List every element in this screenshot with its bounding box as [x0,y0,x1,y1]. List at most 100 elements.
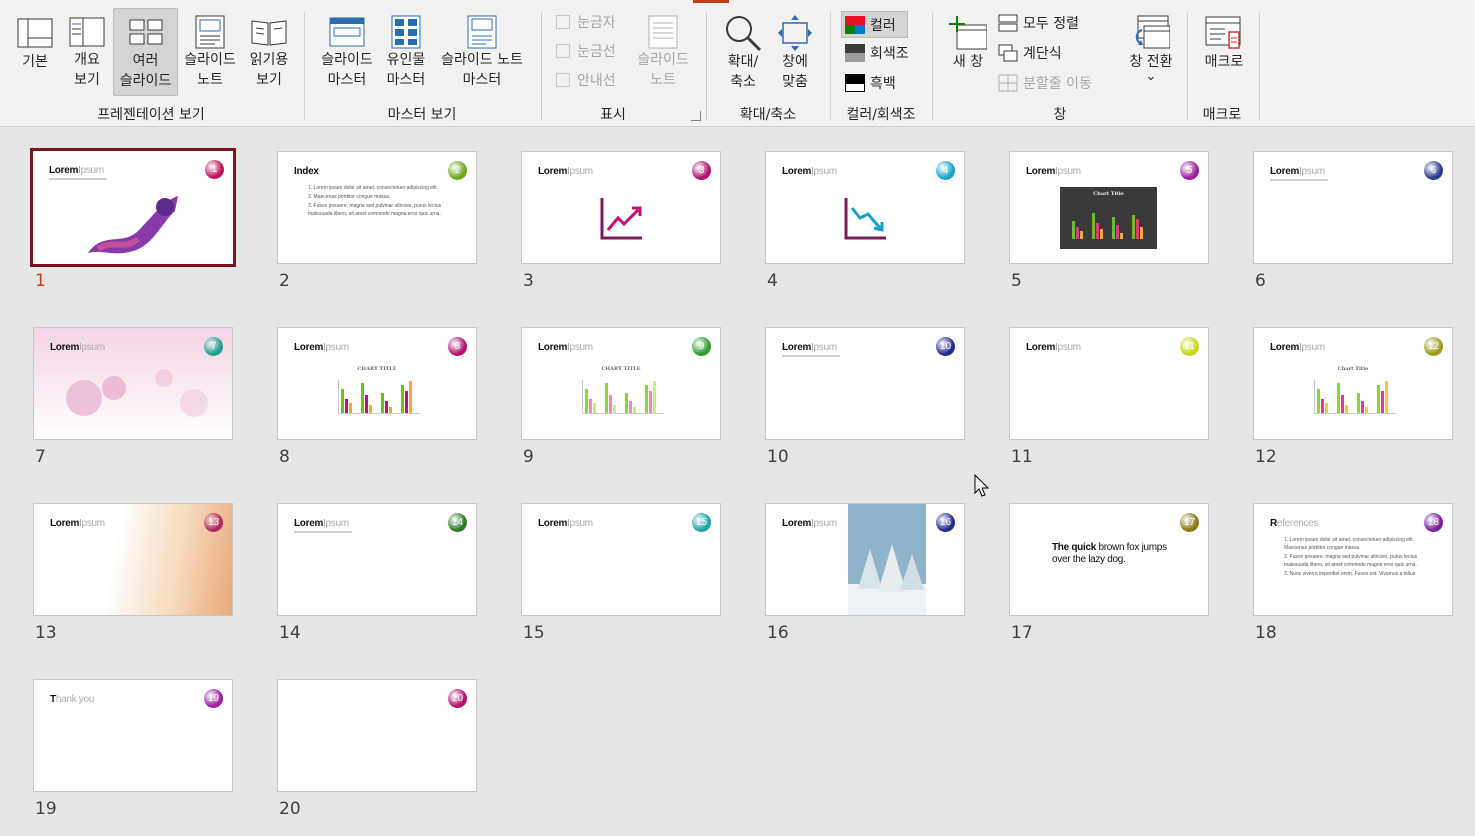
slide-master-icon [328,14,366,50]
chart-bar [1120,233,1123,239]
slide-thumbnail[interactable]: 12 LoremIpsum Chart Title [1253,327,1453,440]
slide-badge: 19 [204,689,223,708]
chart-bar [365,395,368,413]
chart-bar [593,403,596,413]
chart-bar [349,403,352,413]
slide-thumbnail[interactable]: 5 LoremIpsum Chart Title [1009,151,1209,264]
slide-title: LoremIpsum [782,518,837,529]
reading-view-button[interactable]: 읽기용 보기 [242,10,296,90]
slide-thumbnail[interactable]: 6 LoremIpsum [1253,151,1453,264]
reading-view-icon [250,14,288,50]
slide-thumbnail[interactable]: 11 LoremIpsum [1009,327,1209,440]
chart-bar [1096,223,1099,239]
slide-thumbnail[interactable]: 17 The quick brown fox jumps over the lazy… [1009,503,1209,616]
slide-thumbnail[interactable]: 14 LoremIpsum [277,503,477,616]
new-window-icon [949,14,987,52]
slide-thumbnail[interactable]: 7 LoremIpsum [33,327,233,440]
slide-subtitle-line [294,531,352,533]
notes-master-button[interactable]: 슬라이드 노트 마스터 [432,10,532,90]
chart-bar [1337,383,1340,413]
slide-badge: 3 [692,161,711,180]
guides-label: 안내선 [577,73,616,89]
slide-badge: 12 [1424,337,1443,356]
active-tab-indicator [693,0,729,3]
slide-thumbnail[interactable]: 13 LoremIpsum [33,503,233,616]
slide-number: 18 [1255,623,1277,643]
group-separator [1259,12,1260,120]
dialog-launcher-icon[interactable] [691,111,701,121]
chart-bar [1140,227,1143,239]
slide-thumbnail[interactable]: 19 Thank you [33,679,233,792]
slide-title: LoremIpsum [1270,342,1325,353]
slide-thumbnail[interactable]: 1 LoremIpsum [30,148,236,267]
slide-title: LoremIpsum [782,342,837,353]
slide-title: LoremIpsum [538,342,593,353]
group-separator [1187,12,1188,120]
zoom-group-label: 확대/축소 [739,107,797,123]
slide-number: 15 [523,623,545,643]
slide-chart-bars [1072,205,1152,239]
color-group-label: 컬러/회색조 [846,107,916,123]
slide-number: 20 [279,799,301,819]
grayscale-mode-button[interactable]: 회색조 [845,41,909,65]
macros-group-label: 매크로 [1202,107,1242,123]
slide-thumbnail[interactable]: 4 LoremIpsum [765,151,965,264]
handout-master-label: 유인물 마스터 [386,52,426,88]
slide-thumbnail[interactable]: 18 References 1. Lorem ipsum dolor sit ame… [1253,503,1453,616]
move-split-button[interactable]: 분할줄 이동 [998,71,1092,95]
slide-badge: 20 [448,689,467,708]
slide-chart-title: Chart Title [1337,366,1369,372]
normal-view-button[interactable]: 기본 [10,10,60,90]
gridlines-label: 눈금선 [577,44,616,60]
slide-thumbnail[interactable]: 20 [277,679,477,792]
arrange-all-label: 모두 정렬 [1023,16,1079,32]
magnifier-icon [724,14,762,52]
slide-thumbnail[interactable]: 16 LoremIpsum [765,503,965,616]
notes-toggle-button[interactable]: 슬라이드 노트 [628,10,698,90]
slide-chart-title: Chart Title [1093,191,1124,197]
checkbox-icon [556,73,570,87]
handout-master-button[interactable]: 유인물 마스터 [380,10,432,90]
slide-chart-title: CHART TITLE [601,366,641,372]
cascade-button[interactable]: 계단식 [998,41,1062,65]
slide-badge: 10 [936,337,955,356]
black-white-mode-button[interactable]: 흑백 [845,71,896,95]
ruler-checkbox[interactable]: 눈금자 [556,10,616,34]
chart-bar [381,393,384,413]
arrange-all-button[interactable]: 모두 정렬 [998,11,1079,35]
gridlines-checkbox[interactable]: 눈금선 [556,39,616,63]
notes-page-button[interactable]: 슬라이드 노트 [178,10,242,90]
slide-thumbnail[interactable]: 2 Index 1. Lorem ipsum dolor sit amet, con… [277,151,477,264]
slide-badge: 18 [1424,513,1443,532]
outline-view-button[interactable]: 개요 보기 [62,10,112,90]
chart-bar [1357,393,1360,413]
chart-bar [1136,219,1139,239]
slide-badge: 14 [448,513,467,532]
slide-number: 13 [35,623,57,643]
zoom-button[interactable]: 확대/ 축소 [716,10,770,90]
slide-chart-bars [582,380,664,414]
chart-bar [1092,213,1095,239]
abstract-art-image [88,196,178,254]
macros-button[interactable]: 매크로 [1196,10,1252,90]
slide-list-item: 3. Nunc viverra imperdiet enim. Fusce es… [1284,571,1417,577]
slide-number: 2 [279,271,290,291]
color-mode-button[interactable]: 컬러 [841,11,908,38]
slide-thumbnail[interactable]: 3 LoremIpsum [521,151,721,264]
slide-badge: 11 [1180,337,1199,356]
slide-sorter-button[interactable]: 여러 슬라이드 [113,8,178,96]
slide-thumbnail[interactable]: 15 LoremIpsum [521,503,721,616]
new-window-button[interactable]: 새 창 [942,10,994,90]
fit-to-window-button[interactable]: 창에 맞춤 [770,10,820,90]
slide-number: 3 [523,271,534,291]
slide-thumbnail[interactable]: 9 LoremIpsum CHART TITLE [521,327,721,440]
slide-master-button[interactable]: 슬라이드 마스터 [312,10,382,90]
macros-icon [1205,14,1243,52]
switch-windows-button[interactable]: 창 전환 ⌄ [1122,10,1180,94]
guides-checkbox[interactable]: 안내선 [556,68,616,92]
slide-thumbnail[interactable]: 8 LoremIpsum CHART TITLE [277,327,477,440]
reading-view-label: 읽기용 보기 [249,52,289,88]
slide-master-label: 슬라이드 마스터 [321,52,373,88]
slide-thumbnail[interactable]: 10 LoremIpsum [765,327,965,440]
group-separator [830,12,831,120]
